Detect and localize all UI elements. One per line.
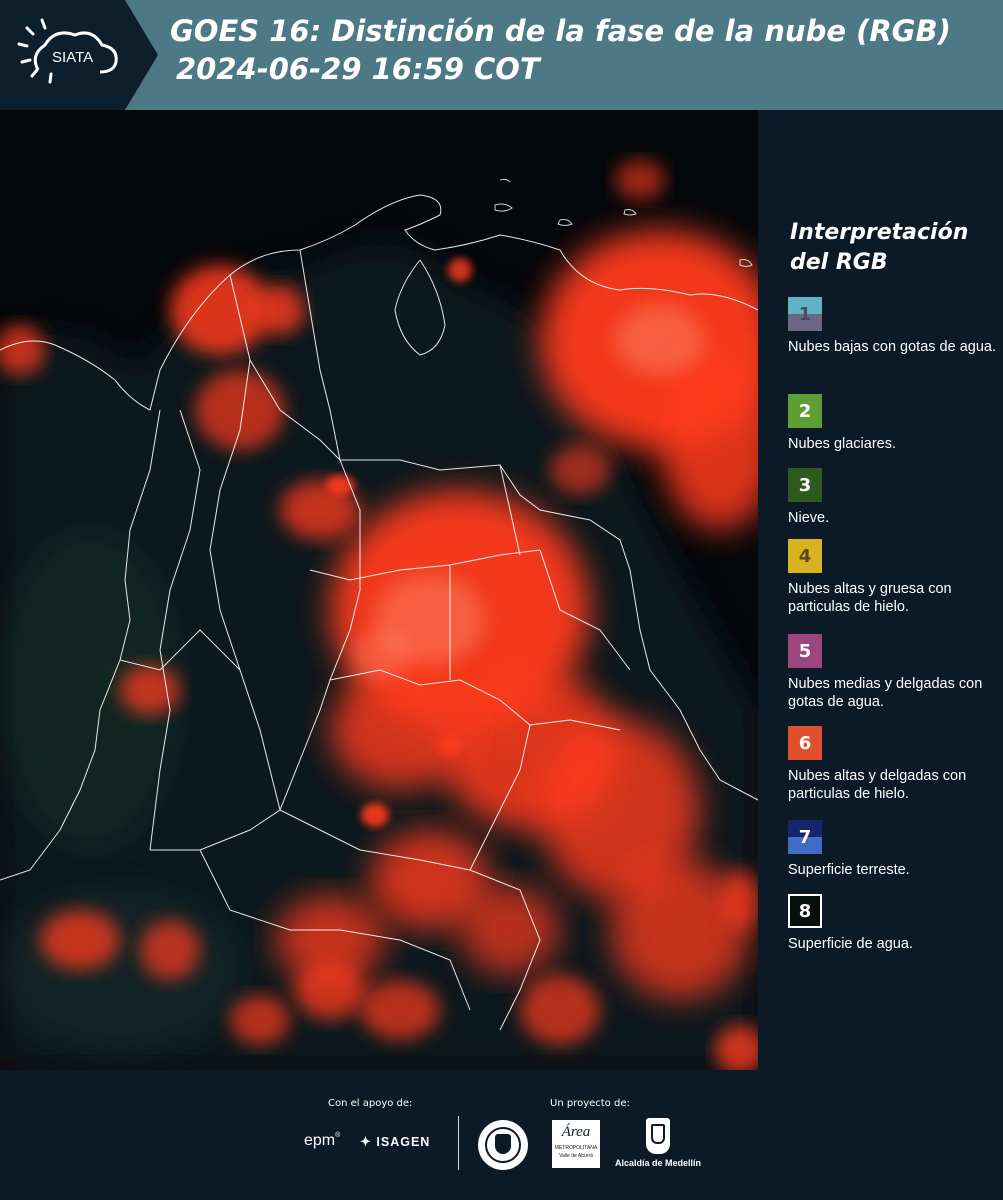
- legend-item: 1 Nubes bajas con gotas de agua.: [788, 297, 998, 356]
- footer: Con el apoyo de: Un proyecto de: epm® ✦ …: [0, 1070, 1003, 1200]
- legend-swatch: 3: [788, 468, 822, 502]
- title-line-2: 2024-06-29 16:59 COT: [176, 52, 540, 86]
- university-seal-icon[interactable]: [478, 1120, 528, 1170]
- epm-logo[interactable]: epm®: [304, 1132, 340, 1150]
- legend-swatch: 4: [788, 539, 822, 573]
- legend-label: Superficie de agua.: [788, 936, 913, 952]
- isagen-logo[interactable]: ✦ ISAGEN: [360, 1134, 430, 1150]
- page-title: GOES 16: Distinción de la fase de la nub…: [170, 12, 951, 88]
- legend-item: 8 Superficie de agua.: [788, 894, 998, 953]
- legend-swatch: 6: [788, 726, 822, 760]
- siata-logo[interactable]: SIATA: [0, 0, 158, 110]
- legend-item: 3 Nieve.: [788, 468, 998, 527]
- legend-item: 6 Nubes altas y delgadas con particulas …: [788, 726, 998, 803]
- legend-panel: Interpretación del RGB 1 Nubes bajas con…: [758, 110, 1003, 1070]
- satellite-image: [0, 110, 758, 1070]
- legend-label: Nubes medias y delgadas con gotas de agu…: [788, 676, 983, 710]
- alcaldia-medellin-logo[interactable]: Alcaldía de Medellín: [610, 1118, 706, 1168]
- legend-label: Nubes glaciares.: [788, 436, 896, 452]
- area-metropolitana-logo[interactable]: Área METROPOLITANA Valle de Aburrá: [552, 1120, 600, 1168]
- legend-label: Superficie terreste.: [788, 862, 910, 878]
- svg-text:SIATA: SIATA: [52, 49, 93, 66]
- legend-item: 2 Nubes glaciares.: [788, 394, 998, 453]
- legend-swatch: 7: [788, 820, 822, 854]
- legend-label: Nubes bajas con gotas de agua.: [788, 339, 996, 355]
- legend-label: Nubes altas y delgadas con particulas de…: [788, 768, 967, 802]
- legend-label: Nubes altas y gruesa con particulas de h…: [788, 581, 952, 615]
- support-label: Con el apoyo de:: [328, 1098, 413, 1109]
- satellite-map[interactable]: [0, 110, 758, 1070]
- legend-item: 4 Nubes altas y gruesa con particulas de…: [788, 539, 998, 616]
- legend-item: 7 Superficie terreste.: [788, 820, 998, 879]
- legend-item: 5 Nubes medias y delgadas con gotas de a…: [788, 634, 998, 711]
- legend-label: Nieve.: [788, 510, 830, 526]
- legend-swatch: 2: [788, 394, 822, 428]
- legend-swatch: 5: [788, 634, 822, 668]
- footer-divider: [458, 1116, 459, 1170]
- legend-swatch: 8: [788, 894, 822, 928]
- shield-icon: [646, 1118, 670, 1154]
- isagen-icon: ✦: [360, 1134, 372, 1149]
- title-line-1: GOES 16: Distinción de la fase de la nub…: [170, 14, 951, 48]
- project-label: Un proyecto de:: [550, 1098, 630, 1109]
- header: SIATA GOES 16: Distinción de la fase de …: [0, 0, 1003, 110]
- legend-title: Interpretación del RGB: [790, 220, 969, 275]
- legend-swatch: 1: [788, 297, 822, 331]
